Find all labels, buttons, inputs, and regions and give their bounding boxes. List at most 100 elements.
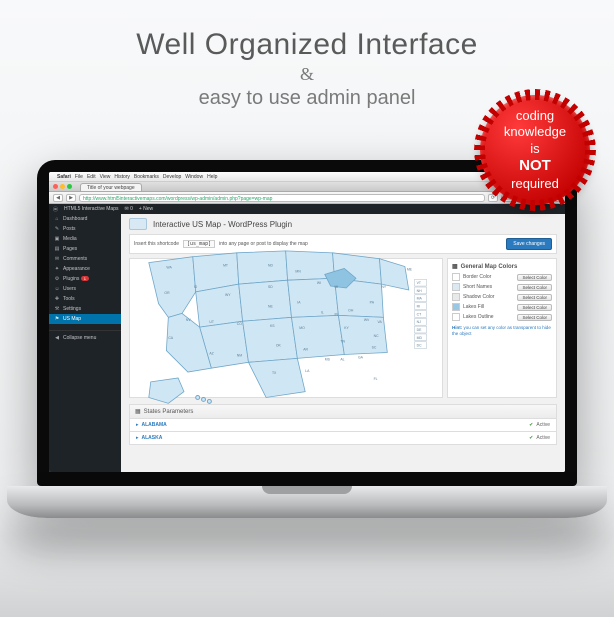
state-label[interactable]: NY [382, 285, 387, 289]
us-map-svg[interactable]: WAORCANVIDMTWYUTAZCONMNDSDNEKSOKTXMNIAMO… [139, 245, 432, 411]
sidebar-item-plugins[interactable]: ⚙Plugins 1 [49, 274, 121, 284]
wp-main-content: Interactive US Map - WordPress Plugin In… [121, 204, 565, 472]
minimize-dot-icon[interactable] [60, 184, 65, 189]
save-changes-button[interactable]: Save changes [506, 238, 552, 250]
sidebar-item-dashboard[interactable]: ⌂Dashboard [49, 214, 121, 224]
state-label[interactable]: VA [378, 320, 383, 324]
menubar-item[interactable]: Help [207, 174, 217, 180]
wp-admin: ⌂Dashboard✎Posts▣Media▤Pages✉Comments✦Ap… [49, 204, 565, 472]
state-label[interactable]: IN [335, 312, 339, 316]
state-label[interactable]: CT [417, 312, 422, 316]
state-row[interactable]: ▸ALABAMA✔Active [129, 419, 557, 432]
state-label[interactable]: NE [268, 304, 273, 308]
wp-adminbar: ⓦ HTML5 Interactive Maps ✉ 0 + New [49, 204, 565, 214]
state-label[interactable]: KY [345, 326, 350, 330]
address-bar[interactable]: http://www.html5interactivemaps.com/word… [79, 194, 485, 202]
state-name: ALABAMA [142, 422, 167, 428]
state-label[interactable]: OR [165, 291, 171, 295]
state-label[interactable]: TN [341, 340, 346, 344]
state-label[interactable]: WI [317, 281, 321, 285]
forward-button[interactable]: ▶ [66, 194, 76, 202]
state-label[interactable]: MD [417, 336, 423, 340]
state-row[interactable]: ▸ALASKA✔Active [129, 432, 557, 445]
state-label[interactable]: CO [237, 322, 242, 326]
state-label[interactable]: MI [335, 285, 339, 289]
state-label[interactable]: OK [276, 344, 282, 348]
sidebar-item-label: Collapse menu [63, 335, 96, 341]
state-label[interactable]: WV [364, 318, 370, 322]
state-label[interactable]: RI [417, 304, 420, 308]
select-color-button[interactable]: Select Color [517, 304, 552, 311]
browser-tab[interactable]: Title of your webpage [80, 183, 142, 191]
adminbar-site-name[interactable]: HTML5 Interactive Maps [64, 206, 118, 212]
state-label[interactable]: ME [407, 267, 413, 271]
state-label[interactable]: GA [358, 355, 364, 359]
sidebar-collapse-button[interactable]: ◀Collapse menu [49, 330, 121, 343]
state-label[interactable]: CA [169, 336, 174, 340]
close-dot-icon[interactable] [53, 184, 58, 189]
state-label[interactable]: NJ [417, 320, 421, 324]
sidebar-item-appearance[interactable]: ✦Appearance [49, 264, 121, 274]
select-color-button[interactable]: Select Color [517, 274, 552, 281]
select-color-button[interactable]: Select Color [517, 284, 552, 291]
state-label[interactable]: DE [417, 328, 422, 332]
state-label[interactable]: MA [417, 297, 423, 301]
sidebar-item-label: Media [63, 236, 77, 242]
state-label[interactable]: ID [194, 285, 198, 289]
state-status: Active [536, 435, 550, 441]
sidebar-item-tools[interactable]: ✚Tools [49, 294, 121, 304]
sidebar-item-settings[interactable]: ⚒Settings [49, 304, 121, 314]
sidebar-item-us-map[interactable]: ⚑US Map [49, 314, 121, 324]
menubar-item[interactable]: Window [185, 174, 203, 180]
state-label[interactable]: AR [304, 347, 309, 351]
back-button[interactable]: ◀ [53, 194, 63, 202]
state-label[interactable]: LA [306, 369, 311, 373]
state-label[interactable]: WA [167, 265, 173, 269]
sidebar-item-pages[interactable]: ▤Pages [49, 244, 121, 254]
state-label[interactable]: NM [237, 353, 242, 357]
menubar-item[interactable]: Edit [87, 174, 96, 180]
browser-toolbar: ◀ ▶ http://www.html5interactivemaps.com/… [49, 192, 565, 204]
sidebar-item-users[interactable]: ☺Users [49, 284, 121, 294]
map-preview-panel: WAORCANVIDMTWYUTAZCONMNDSDNEKSOKTXMNIAMO… [129, 258, 443, 398]
state-label[interactable]: DC [417, 344, 422, 348]
menubar-item[interactable]: File [75, 174, 83, 180]
state-label[interactable]: PA [370, 301, 375, 305]
state-label[interactable]: MN [296, 269, 302, 273]
state-label[interactable]: FL [374, 377, 378, 381]
zoom-dot-icon[interactable] [67, 184, 72, 189]
menubar-item[interactable]: History [114, 174, 130, 180]
state-label[interactable]: OH [349, 308, 355, 312]
state-label[interactable]: AL [341, 357, 345, 361]
state-label[interactable]: TX [272, 371, 277, 375]
state-label[interactable]: ND [268, 263, 273, 267]
state-label[interactable]: KS [270, 324, 275, 328]
state-label[interactable]: SD [268, 285, 273, 289]
state-label[interactable]: VT [417, 281, 421, 285]
sidebar-item-media[interactable]: ▣Media [49, 234, 121, 244]
adminbar-new-button[interactable]: + New [139, 206, 153, 212]
state-label[interactable]: NC [374, 334, 379, 338]
expand-icon: ▸ [136, 422, 139, 428]
state-label[interactable]: AZ [210, 351, 214, 355]
state-label[interactable]: NV [186, 318, 191, 322]
menubar-item[interactable]: Develop [163, 174, 181, 180]
state-label[interactable]: MO [300, 326, 306, 330]
state-label[interactable]: UT [210, 320, 215, 324]
menubar-item[interactable]: View [100, 174, 111, 180]
select-color-button[interactable]: Select Color [517, 294, 552, 301]
wp-logo-icon[interactable]: ⓦ [53, 206, 58, 213]
state-label[interactable]: WY [225, 293, 231, 297]
state-label[interactable]: NH [417, 289, 422, 293]
select-color-button[interactable]: Select Color [517, 314, 552, 321]
state-label[interactable]: SC [372, 346, 377, 350]
sidebar-icon: ⚙ [54, 276, 60, 282]
state-label[interactable]: IL [321, 310, 324, 314]
state-label[interactable]: MT [223, 263, 228, 267]
sidebar-item-comments[interactable]: ✉Comments [49, 254, 121, 264]
menubar-app-name[interactable]: Safari [57, 174, 71, 180]
sidebar-item-posts[interactable]: ✎Posts [49, 224, 121, 234]
adminbar-comments-icon[interactable]: ✉ 0 [124, 206, 132, 212]
state-label[interactable]: MS [325, 357, 331, 361]
menubar-item[interactable]: Bookmarks [134, 174, 159, 180]
